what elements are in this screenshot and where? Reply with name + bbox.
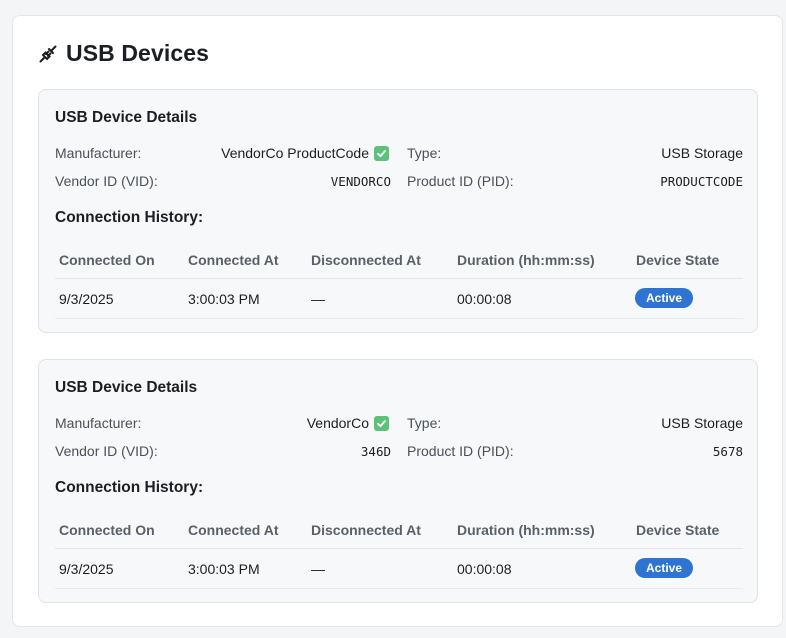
cell-connected-at: 3:00:03 PM bbox=[188, 291, 260, 307]
column-header-device-state: Device State bbox=[636, 252, 720, 268]
manufacturer-label: Manufacturer: bbox=[55, 145, 142, 161]
column-header-duration: Duration (hh:mm:ss) bbox=[457, 252, 595, 268]
connection-history-table: Connected On Connected At Disconnected A… bbox=[55, 510, 743, 589]
status-badge: Active bbox=[635, 558, 694, 578]
column-header-connected-at: Connected At bbox=[188, 522, 279, 538]
product-id-label: Product ID (PID): bbox=[407, 173, 514, 189]
manufacturer-value: VendorCo ProductCode bbox=[221, 145, 369, 161]
column-header-duration: Duration (hh:mm:ss) bbox=[457, 522, 595, 538]
table-header-row: Connected On Connected At Disconnected A… bbox=[55, 510, 743, 549]
column-header-connected-at: Connected At bbox=[188, 252, 279, 268]
connection-history-table: Connected On Connected At Disconnected A… bbox=[55, 240, 743, 319]
column-header-disconnected-at: Disconnected At bbox=[311, 522, 421, 538]
cell-disconnected-at: — bbox=[311, 291, 325, 307]
type-label: Type: bbox=[407, 145, 442, 161]
type-label: Type: bbox=[407, 415, 442, 431]
usb-devices-panel: USB Devices USB Device Details Manufactu… bbox=[12, 15, 783, 627]
cell-connected-on: 9/3/2025 bbox=[59, 291, 114, 307]
manufacturer-label: Manufacturer: bbox=[55, 415, 142, 431]
product-id-value: 5678 bbox=[712, 444, 743, 459]
column-header-disconnected-at: Disconnected At bbox=[311, 252, 421, 268]
manufacturer-value-wrap: VendorCo bbox=[189, 415, 389, 431]
plug-icon bbox=[38, 44, 58, 64]
page-title: USB Devices bbox=[66, 40, 210, 66]
verified-check-icon bbox=[374, 415, 389, 431]
table-row: 9/3/2025 3:00:03 PM — 00:00:08 Active bbox=[55, 279, 743, 319]
card-title: USB Device Details bbox=[55, 379, 198, 396]
cell-duration: 00:00:08 bbox=[457, 291, 512, 307]
table-row: 9/3/2025 3:00:03 PM — 00:00:08 Active bbox=[55, 549, 743, 589]
card-title: USB Device Details bbox=[55, 109, 198, 126]
type-value: USB Storage bbox=[661, 145, 743, 161]
manufacturer-value-wrap: VendorCo ProductCode bbox=[189, 145, 389, 161]
product-id-label: Product ID (PID): bbox=[407, 443, 514, 459]
vendor-id-value: 346D bbox=[360, 444, 391, 459]
vendor-id-value: VENDORCO bbox=[330, 174, 391, 189]
column-header-connected-on: Connected On bbox=[59, 522, 155, 538]
connection-history-title: Connection History: bbox=[55, 479, 204, 496]
type-value: USB Storage bbox=[661, 415, 743, 431]
verified-check-icon bbox=[374, 145, 389, 161]
cell-disconnected-at: — bbox=[311, 561, 325, 577]
product-id-value: PRODUCTCODE bbox=[660, 174, 743, 189]
connection-history-title: Connection History: bbox=[55, 209, 204, 226]
usb-device-card: USB Device Details Manufacturer: VendorC… bbox=[38, 89, 758, 333]
column-header-connected-on: Connected On bbox=[59, 252, 155, 268]
cell-connected-on: 9/3/2025 bbox=[59, 561, 114, 577]
cell-connected-at: 3:00:03 PM bbox=[188, 561, 260, 577]
status-badge: Active bbox=[635, 288, 694, 308]
table-header-row: Connected On Connected At Disconnected A… bbox=[55, 240, 743, 279]
usb-device-card: USB Device Details Manufacturer: VendorC… bbox=[38, 359, 758, 603]
column-header-device-state: Device State bbox=[636, 522, 720, 538]
manufacturer-value: VendorCo bbox=[306, 415, 369, 431]
vendor-id-label: Vendor ID (VID): bbox=[55, 173, 158, 189]
cell-duration: 00:00:08 bbox=[457, 561, 512, 577]
vendor-id-label: Vendor ID (VID): bbox=[55, 443, 158, 459]
panel-header: USB Devices bbox=[38, 40, 209, 67]
